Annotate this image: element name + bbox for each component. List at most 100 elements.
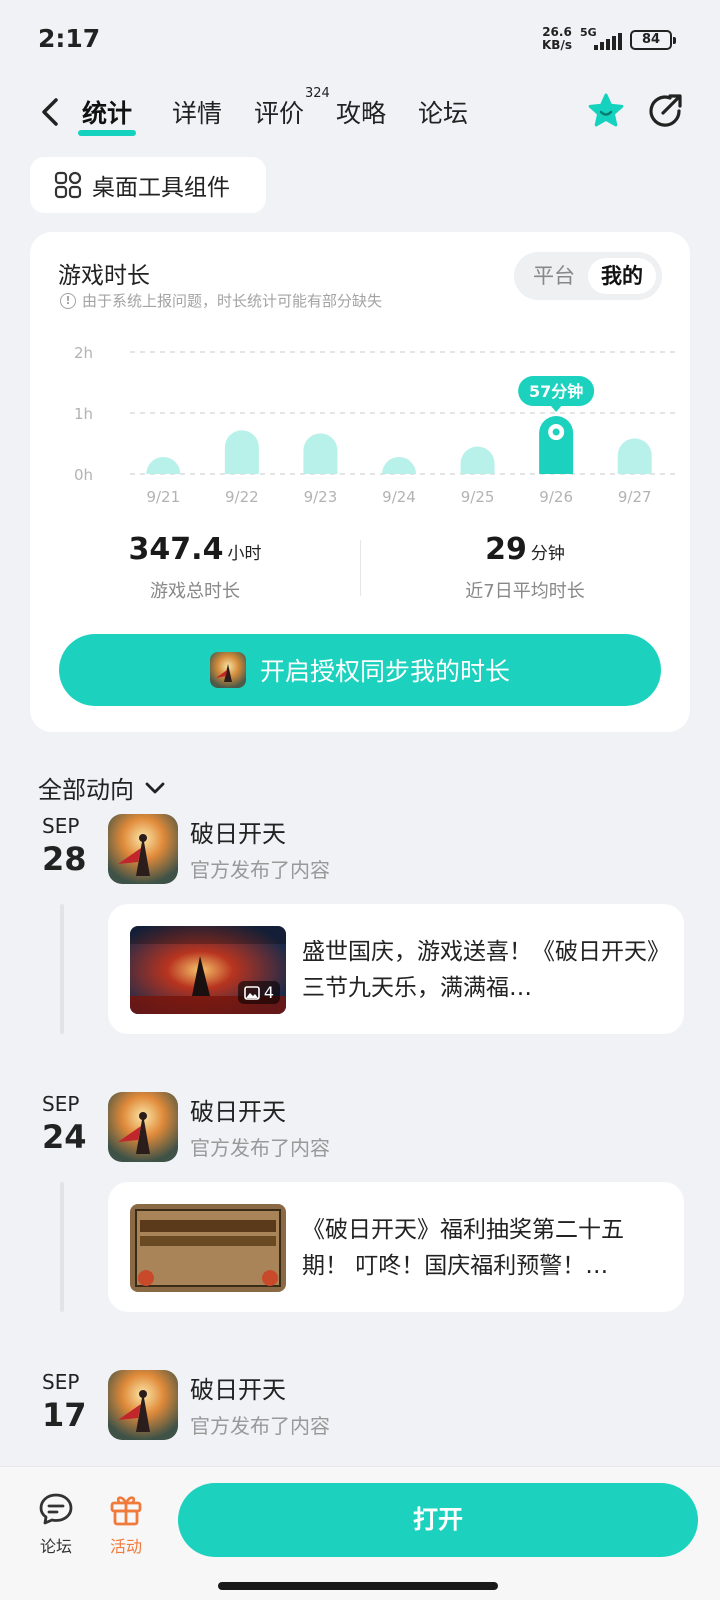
- entry-action: 官方发布了内容: [190, 1136, 330, 1160]
- entry-month: SEP: [42, 1370, 80, 1394]
- total-playtime: 347.4 小时 游戏总时长: [30, 532, 360, 603]
- network-speed-unit: KB/s: [542, 38, 572, 52]
- game-icon[interactable]: [108, 814, 178, 884]
- entry-month: SEP: [42, 1092, 80, 1116]
- x-tick-label: 9/23: [304, 488, 338, 506]
- entry-day: 24: [42, 1118, 87, 1156]
- sync-playtime-button[interactable]: 开启授权同步我的时长: [59, 634, 661, 706]
- source-toggle: 平台 我的: [514, 252, 662, 300]
- average-playtime: 29 分钟 近7日平均时长: [360, 532, 690, 603]
- battery-level: 84: [641, 32, 661, 47]
- network-speed: 26.6 KB/s: [542, 26, 572, 52]
- playtime-hint: ! 由于系统上报问题，时长统计可能有部分缺失: [60, 290, 382, 311]
- y-tick-label: 2h: [74, 344, 93, 362]
- y-tick-label: 1h: [74, 405, 93, 423]
- image-icon: [244, 985, 260, 1000]
- post-text: 盛世国庆，游戏送喜！《破日开天》三节九天乐，满满福…: [302, 939, 659, 1001]
- active-tab-indicator: [78, 130, 137, 136]
- signal-bars-icon: [594, 32, 622, 50]
- total-playtime-caption: 游戏总时长: [150, 581, 240, 602]
- entry-action: 官方发布了内容: [190, 858, 330, 882]
- x-tick-label: 9/27: [618, 488, 652, 506]
- game-name[interactable]: 破日开天: [190, 1370, 286, 1405]
- back-arrow-icon[interactable]: [36, 96, 64, 128]
- x-tick-label: 9/24: [382, 488, 416, 506]
- game-name[interactable]: 破日开天: [190, 814, 286, 849]
- image-count-badge: 4: [237, 981, 280, 1004]
- timeline-line: [60, 904, 64, 1034]
- gift-icon: [110, 1496, 142, 1526]
- tab-forum[interactable]: 论坛: [418, 94, 468, 130]
- open-game-button[interactable]: 打开: [178, 1483, 698, 1557]
- chevron-down-icon: [145, 782, 165, 793]
- entry-action: 官方发布了内容: [190, 1414, 330, 1438]
- game-name[interactable]: 破日开天: [190, 1092, 286, 1127]
- bar: [224, 430, 259, 474]
- tab-guides[interactable]: 攻略: [336, 94, 386, 130]
- home-indicator[interactable]: [218, 1582, 498, 1590]
- forum-chat-icon: [39, 1493, 73, 1525]
- playtime-bar-chart: 0h 1h 2h 9/21 9/22 9/23 9/24 9/25 9/26 57分钟 9/27: [74, 344, 680, 506]
- average-playtime-value: 29: [485, 532, 527, 567]
- info-icon: !: [60, 292, 76, 309]
- toggle-platform[interactable]: 平台: [522, 258, 586, 294]
- desktop-widget-button[interactable]: 桌面工具组件: [30, 157, 266, 213]
- x-tick-label: 9/22: [225, 488, 259, 506]
- post-card[interactable]: 《破日开天》福利抽奖第二十五期！ 叮咚！国庆福利预警！…: [108, 1182, 684, 1312]
- review-count-badge: 324: [305, 86, 330, 101]
- game-icon[interactable]: [108, 1370, 178, 1440]
- highlight-tooltip-pointer: [550, 405, 563, 413]
- x-tick-label: 9/26: [539, 488, 573, 506]
- status-bar: 2:17 26.6 KB/s 5G 84: [0, 0, 720, 80]
- bar: [617, 438, 652, 474]
- favorite-star-icon[interactable]: [586, 92, 626, 132]
- game-thumbnail-icon: [209, 652, 246, 688]
- playtime-card: 游戏时长 ! 由于系统上报问题，时长统计可能有部分缺失 平台 我的 0h 1h 2h…: [30, 232, 690, 732]
- bar: [460, 446, 495, 474]
- tab-reviews[interactable]: 评价: [254, 94, 304, 130]
- timeline-line: [60, 1182, 64, 1312]
- share-icon[interactable]: [646, 92, 684, 130]
- entry-month: SEP: [42, 814, 80, 838]
- bottom-tab-forum-label: 论坛: [39, 1537, 72, 1556]
- bottom-tab-forum[interactable]: 论坛: [26, 1491, 86, 1557]
- entry-day: 28: [42, 840, 87, 878]
- x-tick-label: 9/21: [146, 488, 180, 506]
- post-text: 《破日开天》福利抽奖第二十五期！ 叮咚！国庆福利预警！…: [302, 1217, 624, 1279]
- signal-indicator: 5G: [580, 26, 624, 50]
- playtime-title: 游戏时长: [58, 263, 150, 289]
- x-tick-label: 9/25: [461, 488, 495, 506]
- total-playtime-value: 347.4: [128, 532, 224, 567]
- game-icon[interactable]: [108, 1092, 178, 1162]
- bottom-tab-events[interactable]: 活动: [96, 1491, 156, 1557]
- total-playtime-unit: 小时: [227, 544, 262, 564]
- post-image: [130, 1204, 286, 1292]
- bottom-tab-events-label: 活动: [109, 1537, 142, 1556]
- tab-details[interactable]: 详情: [172, 94, 222, 130]
- toggle-mine[interactable]: 我的: [588, 258, 656, 294]
- entry-day: 17: [42, 1396, 87, 1434]
- widget-grid-icon: [54, 171, 82, 199]
- highlight-marker-dot: [552, 428, 560, 436]
- desktop-widget-label: 桌面工具组件: [92, 175, 230, 201]
- battery-icon: 84: [630, 30, 676, 50]
- average-playtime-caption: 近7日平均时长: [465, 581, 585, 602]
- top-nav: 统计 详情 评价 324 攻略 论坛: [0, 84, 720, 140]
- bar: [303, 433, 338, 474]
- feed-filter-label: 全部动向: [38, 776, 134, 804]
- average-playtime-unit: 分钟: [530, 544, 565, 564]
- bar: [146, 457, 181, 474]
- y-tick-label: 0h: [74, 466, 93, 484]
- status-time: 2:17: [38, 24, 101, 53]
- feed-filter-dropdown[interactable]: 全部动向: [38, 770, 166, 805]
- image-count: 4: [263, 983, 274, 1002]
- tab-stats[interactable]: 统计: [78, 94, 137, 136]
- highlight-value-label: 57分钟: [529, 382, 583, 401]
- playtime-hint-text: 由于系统上报问题，时长统计可能有部分缺失: [82, 292, 383, 310]
- sync-playtime-label: 开启授权同步我的时长: [259, 657, 510, 686]
- bottom-bar: 论坛 活动 打开: [0, 1466, 720, 1600]
- post-card[interactable]: 4 盛世国庆，游戏送喜！《破日开天》三节九天乐，满满福…: [108, 904, 684, 1034]
- tab-stats-label: 统计: [82, 99, 133, 128]
- bar: [382, 457, 416, 474]
- post-image: 4: [130, 926, 286, 1014]
